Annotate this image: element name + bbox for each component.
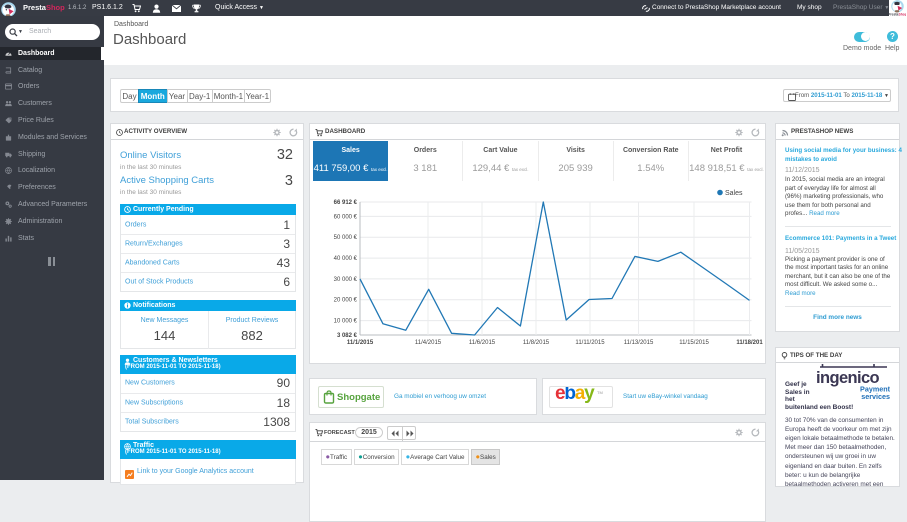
svg-text:11/6/2015: 11/6/2015 [469, 340, 496, 346]
svg-text:40 000 €: 40 000 € [334, 256, 358, 262]
svg-text:11/15/2015: 11/15/2015 [679, 340, 709, 346]
svg-text:60 000 €: 60 000 € [334, 214, 358, 220]
svg-text:66 912 €: 66 912 € [334, 200, 358, 206]
svg-text:10 000 €: 10 000 € [334, 319, 358, 325]
svg-text:20 000 €: 20 000 € [334, 298, 358, 304]
svg-text:11/4/2015: 11/4/2015 [415, 340, 442, 346]
svg-text:11/18/201: 11/18/201 [736, 340, 763, 346]
svg-text:11/11/2015: 11/11/2015 [575, 340, 605, 346]
svg-text:30 000 €: 30 000 € [334, 277, 358, 283]
svg-text:11/1/2015: 11/1/2015 [347, 340, 374, 346]
svg-text:services: services [861, 392, 890, 399]
svg-text:11/8/2015: 11/8/2015 [523, 340, 550, 346]
svg-text:50 000 €: 50 000 € [334, 235, 358, 241]
svg-text:11/13/2015: 11/13/2015 [624, 340, 654, 346]
svg-text:Sales: Sales [725, 190, 743, 197]
svg-text:3 082 €: 3 082 € [337, 333, 358, 339]
